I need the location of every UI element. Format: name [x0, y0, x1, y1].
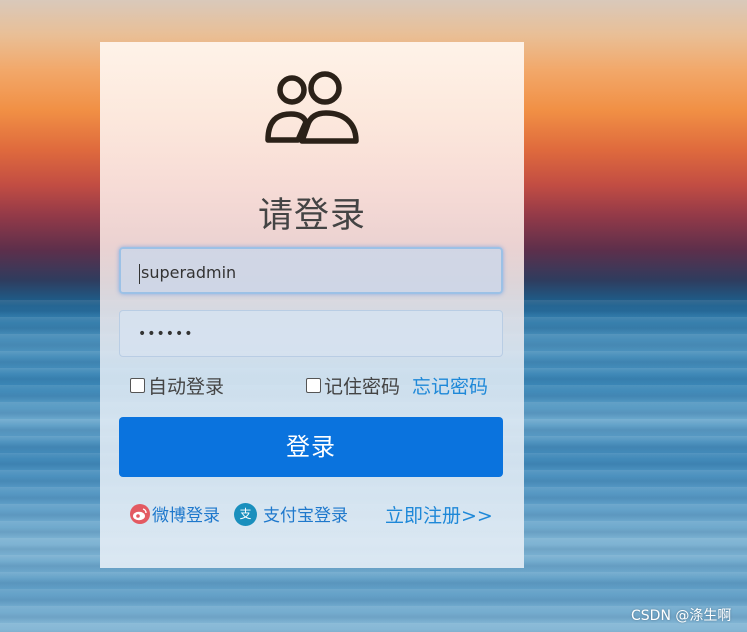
- login-options: 自动登录 记住密码 忘记密码: [130, 372, 495, 398]
- alipay-login-label: 支付宝登录: [263, 506, 348, 526]
- alipay-icon: 支: [234, 502, 257, 526]
- weibo-login-label: 微博登录: [152, 506, 220, 526]
- remember-password-option[interactable]: 记住密码: [306, 372, 400, 399]
- weibo-login-link[interactable]: 微博登录: [130, 504, 220, 528]
- remember-password-label: 记住密码: [324, 376, 401, 398]
- forgot-password-link[interactable]: 忘记密码: [412, 372, 488, 399]
- auto-login-option[interactable]: 自动登录: [130, 372, 224, 399]
- login-button[interactable]: 登录: [119, 417, 503, 477]
- username-input[interactable]: superadmin: [119, 247, 503, 294]
- auto-login-checkbox[interactable]: [130, 378, 145, 393]
- register-link[interactable]: 立即注册>>: [385, 504, 493, 528]
- weibo-icon: [130, 504, 150, 524]
- text-cursor: [139, 263, 140, 284]
- users-icon: [265, 71, 359, 144]
- login-panel: 请登录 superadmin •••••• 自动登录 记住密码 忘记密码 登录 …: [100, 42, 524, 568]
- watermark: CSDN @涤生啊: [631, 608, 732, 624]
- username-value: superadmin: [141, 263, 237, 282]
- password-input[interactable]: ••••••: [119, 310, 503, 357]
- auto-login-label: 自动登录: [148, 376, 225, 398]
- page-title: 请登录: [257, 196, 366, 236]
- alipay-login-link[interactable]: 支支付宝登录: [234, 502, 348, 528]
- remember-password-checkbox[interactable]: [306, 378, 321, 393]
- password-value: ••••••: [138, 326, 194, 342]
